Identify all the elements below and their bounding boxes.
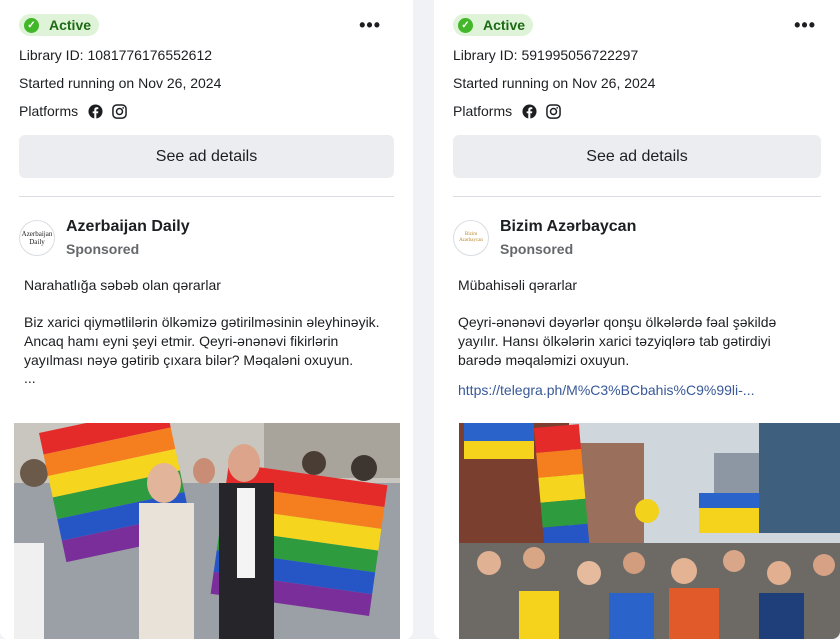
sponsored-label: Sponsored (66, 241, 140, 257)
started-running: Started running on Nov 26, 2024 (19, 75, 222, 91)
ad-card-header: ✓ Active ••• Library ID: 591995056722297… (434, 0, 840, 178)
advertiser-info: Bizim Azərbaycan Sponsored (500, 217, 636, 258)
ad-card: ✓ Active ••• Library ID: 591995056722297… (434, 0, 840, 639)
ad-body: Narahatlığa səbəb olan qərarlar Biz xari… (0, 276, 413, 386)
facebook-icon (522, 103, 537, 119)
advertiser-name[interactable]: Azerbaijan Daily (66, 217, 190, 237)
check-circle-icon: ✓ (24, 17, 39, 33)
see-ad-details-button[interactable]: See ad details (19, 135, 394, 178)
advertiser-row: Bizim Azərbaycan Bizim Azərbaycan Sponso… (434, 197, 840, 258)
ad-image[interactable] (14, 423, 400, 639)
platforms-label: Platforms (453, 103, 513, 119)
advertiser-avatar[interactable]: Bizim Azərbaycan (453, 219, 489, 256)
avatar-logo-line1: Azerbaijan (21, 229, 53, 238)
pride-parade-crowd-photo (459, 423, 840, 639)
ad-card-header: ✓ Active ••• Library ID: 108177617655261… (0, 0, 413, 178)
ad-headline: Mübahisəli qərarlar (458, 277, 578, 293)
pride-march-photo (14, 423, 400, 639)
advertiser-info: Azerbaijan Daily Sponsored (66, 217, 190, 258)
advertiser-row: Azerbaijan Daily Azerbaijan Daily Sponso… (0, 197, 413, 258)
facebook-icon (88, 103, 103, 119)
avatar-logo-line2: Azərbaycan (459, 237, 483, 243)
platforms-row: Platforms (453, 101, 821, 121)
ad-text-ellipsis[interactable]: ... (24, 370, 389, 386)
ad-image[interactable] (459, 423, 840, 639)
platforms-label: Platforms (19, 103, 79, 119)
status-label: Active (483, 17, 526, 33)
library-id: Library ID: 1081776176552612 (19, 47, 213, 63)
ad-link[interactable]: https://telegra.ph/M%C3%BCbahis%C9%99li-… (458, 381, 816, 400)
more-options-icon[interactable]: ••• (359, 14, 381, 36)
instagram-icon (546, 103, 561, 119)
sponsored-label: Sponsored (500, 241, 574, 257)
instagram-icon (112, 103, 127, 119)
ad-body: Mübahisəli qərarlar Qeyri-ənənəvi dəyərl… (434, 276, 840, 400)
ad-text: Qeyri-ənənəvi dəyərlər qonşu ölkələrdə f… (458, 314, 777, 368)
avatar-logo-line2: Daily (29, 237, 45, 246)
advertiser-name[interactable]: Bizim Azərbaycan (500, 217, 636, 237)
ad-headline: Narahatlığa səbəb olan qərarlar (24, 277, 221, 293)
see-ad-details-button[interactable]: See ad details (453, 135, 821, 178)
library-id: Library ID: 591995056722297 (453, 47, 639, 63)
advertiser-avatar[interactable]: Azerbaijan Daily (19, 219, 55, 256)
status-badge: ✓ Active (453, 14, 534, 36)
ad-library-results: ✓ Active ••• Library ID: 108177617655261… (0, 0, 840, 639)
started-running: Started running on Nov 26, 2024 (453, 75, 656, 91)
more-options-icon[interactable]: ••• (794, 14, 816, 36)
check-circle-icon: ✓ (458, 17, 473, 33)
ad-text: Biz xarici qiymətlilərin ölkəmizə gətiri… (24, 314, 380, 368)
ad-card: ✓ Active ••• Library ID: 108177617655261… (0, 0, 413, 639)
status-label: Active (49, 17, 92, 33)
status-badge: ✓ Active (19, 14, 100, 36)
platforms-row: Platforms (19, 101, 394, 121)
